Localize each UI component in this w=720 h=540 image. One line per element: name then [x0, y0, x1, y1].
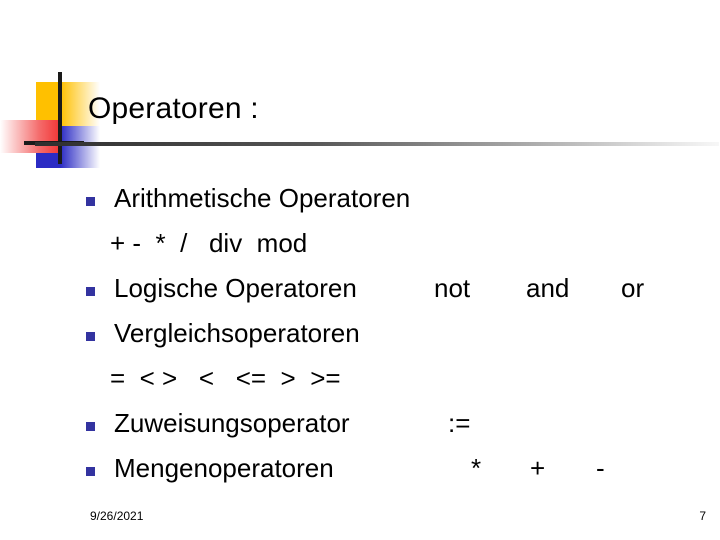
logical-operator-and: and: [526, 273, 570, 303]
list-item: Vergleichsoperatoren: [86, 318, 706, 363]
set-operator-difference: -: [596, 453, 605, 483]
list-item: Arithmetische Operatoren: [86, 183, 706, 228]
bullet-marker-icon: [86, 287, 95, 296]
list-item-label: Arithmetische Operatoren: [114, 183, 411, 213]
list-item: Mengenoperatoren * + -: [86, 453, 706, 498]
bullet-list: Arithmetische Operatoren + - * / div mod…: [86, 183, 706, 498]
list-item-label: Zuweisungsoperator: [114, 408, 350, 438]
logo-vertical-line: [58, 72, 62, 164]
list-item-label: Vergleichsoperatoren: [114, 318, 360, 348]
bullet-marker-icon: [86, 422, 95, 431]
list-subitem: + - * / div mod: [86, 228, 706, 273]
arithmetic-operators: + - * / div mod: [110, 228, 308, 258]
bullet-marker-icon: [86, 197, 95, 206]
logical-operator-or: or: [621, 273, 645, 303]
bullet-marker-icon: [86, 467, 95, 476]
list-item-label: Mengenoperatoren: [114, 453, 334, 483]
logical-operator-not: not: [434, 273, 471, 303]
slide-title: Operatoren :: [88, 92, 259, 125]
comparison-operators: = < > < <= > >=: [110, 363, 341, 393]
assignment-operator: :=: [448, 408, 471, 438]
slide: Operatoren : Arithmetische Operatoren + …: [0, 0, 720, 540]
footer-date: 9/26/2021: [90, 509, 144, 523]
logo-red-square: [0, 120, 62, 153]
list-item: Logische Operatoren not and or: [86, 273, 706, 318]
list-subitem: = < > < <= > >=: [86, 363, 706, 408]
title-divider: [35, 142, 719, 146]
list-item-label: Logische Operatoren: [114, 273, 357, 303]
bullet-marker-icon: [86, 332, 95, 341]
set-operator-intersection: *: [471, 453, 482, 483]
list-item: Zuweisungsoperator :=: [86, 408, 706, 453]
set-operator-union: +: [530, 453, 546, 483]
footer-page-number: 7: [699, 509, 706, 523]
